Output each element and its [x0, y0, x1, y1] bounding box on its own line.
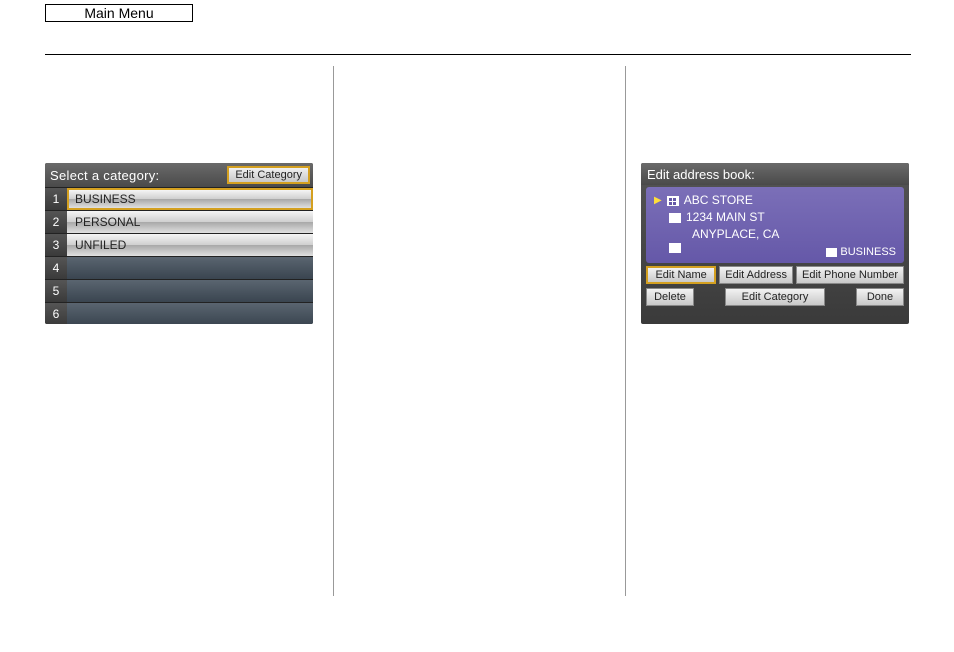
edit-category-button[interactable]: Edit Category	[725, 288, 825, 306]
category-row-number: 1	[45, 188, 67, 210]
done-button[interactable]: Done	[856, 288, 904, 306]
category-row-number: 2	[45, 211, 67, 233]
category-row: 6	[45, 302, 313, 324]
edit-buttons-row: Edit Name Edit Address Edit Phone Number	[641, 266, 909, 284]
category-item-personal[interactable]: PERSONAL	[67, 211, 313, 233]
edit-name-button[interactable]: Edit Name	[646, 266, 716, 284]
category-item-business[interactable]: BUSINESS	[67, 188, 313, 210]
divider-horizontal	[45, 54, 911, 55]
edit-category-button[interactable]: Edit Category	[227, 166, 310, 184]
spacer	[700, 288, 719, 306]
entry-address2: ANYPLACE, CA	[692, 226, 779, 243]
edit-phone-button[interactable]: Edit Phone Number	[796, 266, 904, 284]
edit-address-screen: Edit address book: ▶ ABC STORE 1234 MAIN…	[641, 163, 909, 324]
spacer	[831, 288, 850, 306]
edit-address-title: Edit address book:	[641, 163, 909, 185]
category-screen-header: Select a category: Edit Category	[45, 163, 313, 187]
folder-icon	[826, 248, 837, 257]
category-screen-title: Select a category:	[50, 168, 159, 183]
category-item-unfiled[interactable]: UNFILED	[67, 234, 313, 256]
category-row: 1 BUSINESS	[45, 187, 313, 210]
map-icon	[669, 213, 681, 223]
category-row: 5	[45, 279, 313, 302]
column-divider	[333, 66, 334, 596]
category-row: 3 UNFILED	[45, 233, 313, 256]
action-buttons-row: Delete Edit Category Done	[641, 288, 909, 306]
edit-address-button[interactable]: Edit Address	[719, 266, 793, 284]
entry-category: BUSINESS	[826, 246, 896, 258]
selection-arrow-icon: ▶	[654, 192, 662, 209]
category-row-number: 3	[45, 234, 67, 256]
entry-name-row: ▶ ABC STORE	[654, 192, 896, 209]
category-row-number: 5	[45, 280, 67, 302]
address-entry-panel: ▶ ABC STORE 1234 MAIN ST ANYPLACE, CA BU…	[646, 187, 904, 263]
category-item-empty[interactable]	[67, 257, 313, 279]
entry-address1: 1234 MAIN ST	[686, 209, 765, 226]
category-row: 2 PERSONAL	[45, 210, 313, 233]
building-icon	[667, 196, 679, 206]
category-item-empty[interactable]	[67, 303, 313, 324]
category-row: 4	[45, 256, 313, 279]
delete-button[interactable]: Delete	[646, 288, 694, 306]
entry-address-row: 1234 MAIN ST	[654, 209, 896, 226]
category-row-number: 4	[45, 257, 67, 279]
phone-icon	[669, 243, 681, 253]
category-row-number: 6	[45, 303, 67, 324]
category-screen: Select a category: Edit Category 1 BUSIN…	[45, 163, 313, 324]
entry-address2-row: ANYPLACE, CA	[654, 226, 896, 243]
main-menu-button[interactable]: Main Menu	[45, 4, 193, 22]
category-item-empty[interactable]	[67, 280, 313, 302]
column-divider	[625, 66, 626, 596]
entry-name: ABC STORE	[684, 192, 753, 209]
entry-category-label: BUSINESS	[840, 246, 896, 258]
